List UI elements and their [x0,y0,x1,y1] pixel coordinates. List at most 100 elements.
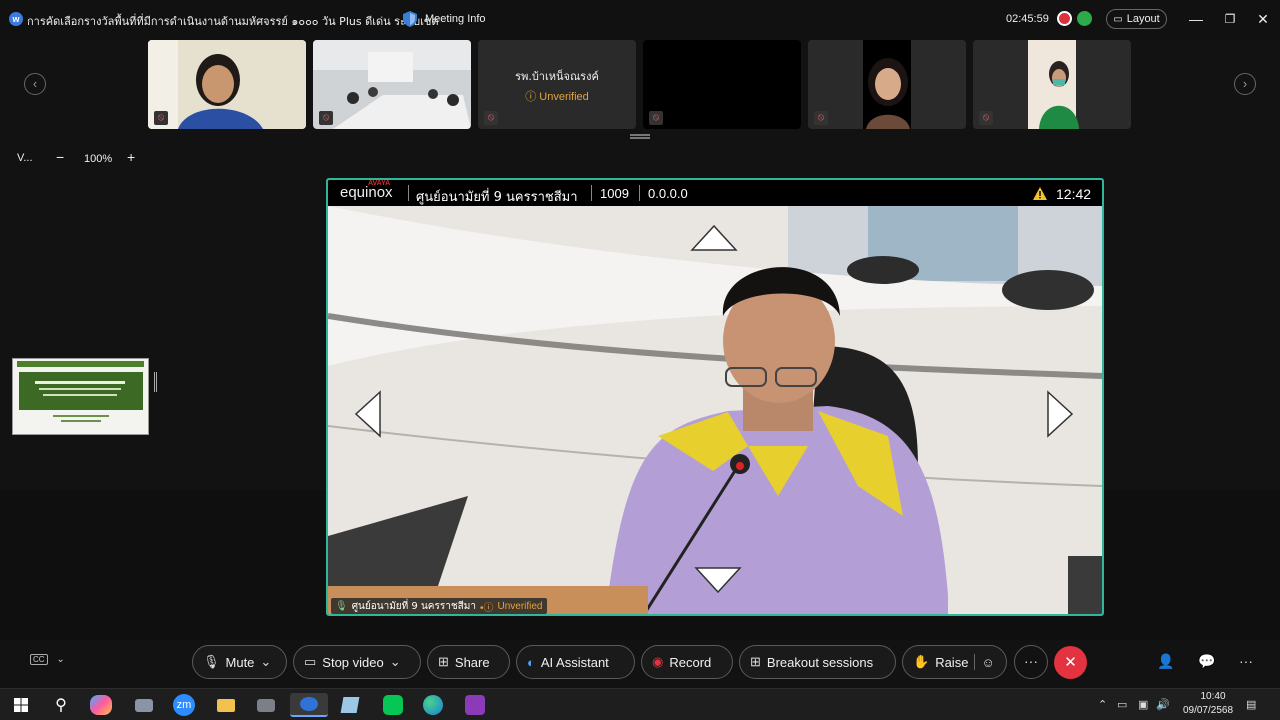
mic-muted-icon: ⦸ [154,111,168,125]
participant-tile-6[interactable]: ⦸ [973,40,1131,129]
meeting-info-link[interactable]: Meeting Info [425,13,486,25]
title-bar: w การคัดเลือกรางวัลพื้นที่ที่มีการดำเนิน… [0,0,1280,38]
raise-hand-button[interactable]: ✋ Raise ☺ [902,645,1007,679]
chevron-down-icon: ⌄ [260,654,272,669]
mute-label: Mute [225,654,255,670]
leave-meeting-button[interactable]: ✕ [1054,646,1087,679]
warning-circle-icon: ⓘ [525,91,537,103]
camera-pan-left-button[interactable] [354,390,382,438]
closed-captions-button[interactable]: CC ⌄ [30,654,68,670]
view-dropdown[interactable]: V... [17,152,33,164]
taskbar-clock-date[interactable]: 09/07/2568 [1178,705,1238,716]
stop-video-label: Stop video [322,654,384,670]
participant-video [973,40,1131,129]
active-speaker-video[interactable]: equinox AVAYA ศูนย์อนามัยที่ 9 นครราชสีม… [326,178,1104,616]
strip-resize-handle[interactable] [630,134,650,139]
ai-assistant-label: AI Assistant [540,654,609,670]
captions-icon: CC [30,654,48,665]
chevron-up-icon[interactable]: ⌃ [1098,698,1107,711]
mic-icon: 🎙 [335,600,348,612]
line-app-icon[interactable] [380,693,406,717]
record-button[interactable]: ◉ Record [641,645,733,679]
copilot-icon[interactable] [90,695,112,715]
speaker-name: ศูนย์อนามัยที่ 9 นครราชสีมา [351,600,476,612]
share-button[interactable]: ⊞ Share [427,645,510,679]
mic-muted-icon: ⦸ [649,111,663,125]
network-icon[interactable]: ▣ [1138,698,1148,711]
restore-button[interactable]: ❐ [1221,10,1239,28]
file-explorer-icon[interactable] [213,693,239,717]
camera-tilt-down-button[interactable] [694,566,742,594]
notifications-icon[interactable]: ▤ [1246,698,1256,711]
breakout-sessions-button[interactable]: ⊞ Breakout sessions [739,645,896,679]
taskbar-clock-time[interactable]: 10:40 [1193,691,1233,702]
share-label: Share [454,654,490,670]
video-camera-icon: ▭ [304,654,317,669]
network-status-icon[interactable] [1077,11,1092,26]
more-panels-icon[interactable]: ··· [1236,653,1256,671]
meeting-timer: 02:45:59 [1006,13,1049,25]
breakout-icon: ⊞ [750,654,761,669]
warning-icon [1033,187,1047,200]
participant-tile-5[interactable]: ⦸ [808,40,966,129]
snipping-tool-icon[interactable] [253,693,279,717]
slide-preview [17,361,144,422]
zoom-level: 100% [84,153,113,165]
separator [408,185,409,201]
participant-tile-4[interactable]: ⦸ [643,40,801,129]
battery-icon[interactable]: ▭ [1117,698,1127,711]
volume-icon[interactable]: 🔊 [1156,698,1170,711]
search-icon[interactable]: ⚲ [48,693,74,717]
zoom-out-button[interactable]: − [56,149,64,165]
camera-ip: 0.0.0.0 [648,186,688,201]
webex-app-icon[interactable] [290,693,328,717]
more-options-button[interactable]: ··· [1014,645,1048,679]
minimize-button[interactable]: — [1187,10,1205,28]
mute-button[interactable]: 🎙 Mute ⌄ [192,645,287,679]
webex-logo-icon: w [9,12,23,26]
raise-label: Raise [935,654,969,670]
unverified-badge: Unverified [497,600,543,612]
separator [639,185,640,201]
warning-circle-icon: •ⓘ [479,602,494,614]
layout-button[interactable]: ▭ Layout [1106,9,1167,29]
participant-tile-2[interactable]: ⦸ [313,40,471,129]
close-window-button[interactable]: ✕ [1254,10,1272,28]
app-c-icon[interactable] [462,693,488,717]
strip-next-button[interactable]: › [1234,73,1256,95]
panel-resize-handle[interactable] [154,372,157,392]
participant-name: รพ.บ้าเหน็จณรงค์ [515,70,599,83]
layout-icon: ▭ [1113,13,1123,25]
camera-app-icon[interactable] [131,693,157,717]
speaker-video-frame [328,206,1102,614]
zoom-app-icon[interactable]: zm [173,694,195,716]
camera-tilt-up-button[interactable] [690,224,738,252]
reactions-icon[interactable]: ☺ [981,655,994,670]
meeting-title: การคัดเลือกรางวัลพื้นที่ที่มีการดำเนินงา… [27,15,439,28]
stop-video-button[interactable]: ▭ Stop video ⌄ [293,645,421,679]
recording-indicator-icon [1057,11,1072,26]
record-label: Record [669,654,712,670]
camera-clock: 12:42 [1056,186,1092,202]
camera-pan-right-button[interactable] [1046,390,1074,438]
meeting-window: w การคัดเลือกรางวัลพื้นที่ที่มีการดำเนิน… [0,0,1280,688]
shared-content-thumbnail[interactable] [12,358,149,435]
camera-overlay-header: equinox AVAYA ศูนย์อนามัยที่ 9 นครราชสีม… [328,180,1102,206]
windows-start-icon[interactable] [8,693,34,717]
edge-browser-icon[interactable] [420,693,446,717]
mic-muted-icon: ⦸ [814,111,828,125]
participant-tile-3[interactable]: รพ.บ้าเหน็จณรงค์ ⓘ Unverified ⦸ [478,40,636,129]
chat-icon[interactable]: 💬 [1197,653,1217,671]
participant-tile-1[interactable]: ⦸ [148,40,306,129]
strip-prev-button[interactable]: ‹ [24,73,46,95]
shield-icon[interactable] [403,11,417,27]
notes-app-icon[interactable] [337,693,363,717]
zoom-in-button[interactable]: + [127,149,135,165]
ai-assistant-icon: ◐ [527,654,535,670]
mic-muted-icon: ⦸ [319,111,333,125]
unverified-badge: ⓘ Unverified [525,91,589,103]
participants-icon[interactable]: 👤 [1156,653,1176,671]
chevron-down-icon: ⌄ [56,654,65,665]
participant-video [808,40,966,129]
ai-assistant-button[interactable]: ◐ AI Assistant [516,645,635,679]
